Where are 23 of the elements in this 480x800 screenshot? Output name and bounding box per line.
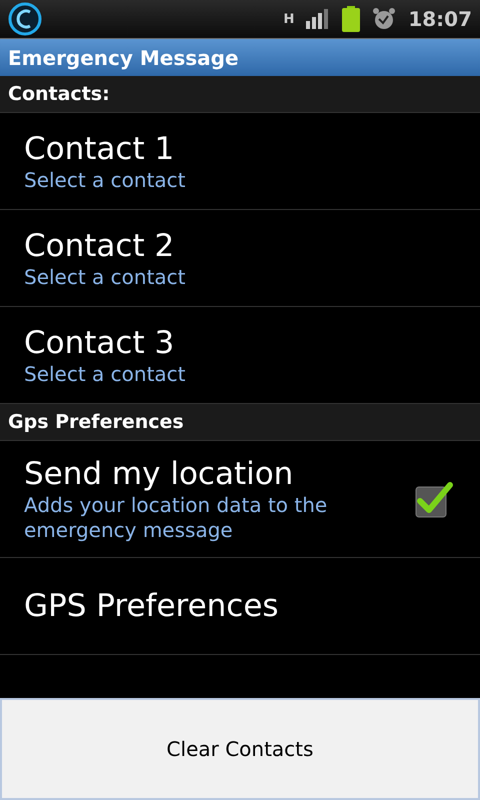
preference-summary: Select a contact <box>24 168 187 192</box>
preference-summary: Adds your location data to the emergency message <box>24 493 328 543</box>
preference-summary: Select a contact <box>24 264 187 290</box>
battery-icon <box>342 6 360 32</box>
preference-summary: Select a contact <box>24 362 187 386</box>
clear-contacts-button[interactable]: Clear Contacts <box>0 698 480 800</box>
preference-title: Send my location <box>24 455 294 493</box>
app-logo-icon[interactable] <box>8 2 42 36</box>
preference-title: Contact 1 <box>24 130 176 168</box>
network-type-icon: H <box>283 12 294 26</box>
alarm-clock-icon <box>372 7 396 31</box>
window-title: Emergency Message <box>8 44 239 72</box>
preference-title: Contact 2 <box>24 226 176 264</box>
category-title: Contacts: <box>8 82 110 107</box>
contact-row[interactable]: Contact 1 Select a contact <box>0 113 480 210</box>
preference-row[interactable]: GPS Preferences <box>0 558 480 655</box>
preference-title: Contact 3 <box>24 324 176 362</box>
contact-row[interactable]: Contact 2 Select a contact <box>0 210 480 307</box>
preference-title: GPS Preferences <box>24 587 279 625</box>
category-title: Gps Preferences <box>8 410 184 435</box>
location-row[interactable]: Send my location Adds your location data to the emergency message <box>0 441 480 558</box>
clock-time: 18:07 <box>408 6 472 33</box>
signal-icon <box>306 9 330 29</box>
